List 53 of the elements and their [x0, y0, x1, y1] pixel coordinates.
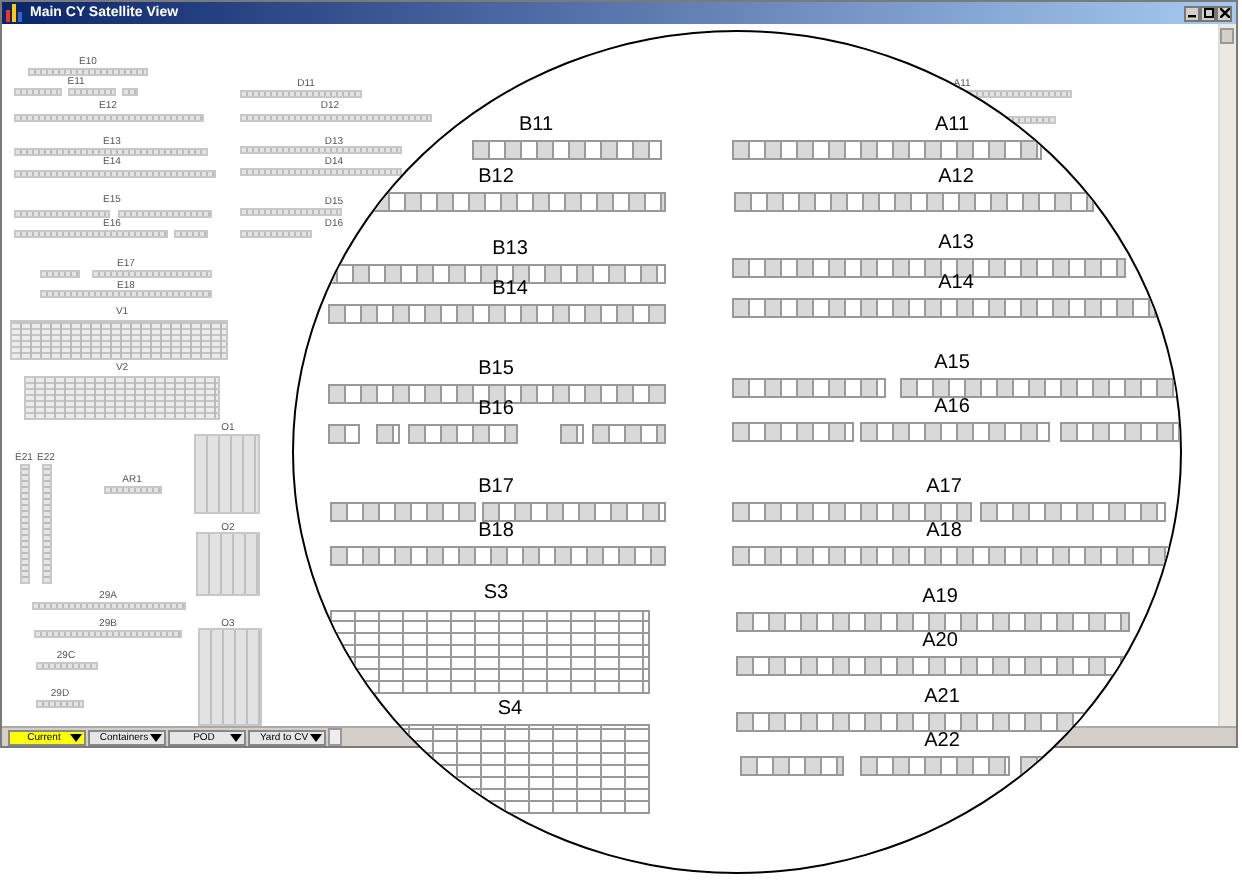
- block-label: A20: [922, 630, 958, 652]
- yard-stack-drawing: [196, 532, 260, 596]
- yard-row-drawing: [92, 270, 212, 278]
- caret-icon: [70, 733, 82, 741]
- yard-row-drawing: [240, 230, 312, 238]
- block-label: A12: [938, 166, 974, 188]
- yard-row-drawing: [104, 486, 162, 494]
- block-label: B12: [478, 166, 514, 188]
- maximize-button[interactable]: [1200, 5, 1216, 21]
- close-icon: [1219, 8, 1229, 18]
- block-label: B16: [478, 398, 514, 420]
- yard-row-drawing: [14, 210, 110, 218]
- block-label: A17: [926, 476, 962, 498]
- close-button[interactable]: [1216, 5, 1232, 21]
- block-label: A15: [934, 352, 970, 374]
- caret-icon: [310, 733, 322, 741]
- yard-column-drawing: [20, 464, 30, 584]
- block-label: A11: [934, 114, 970, 136]
- vertical-scrollbar[interactable]: [1218, 24, 1236, 726]
- yard-column-drawing: [42, 464, 52, 584]
- yard-row-drawing: [122, 88, 138, 96]
- yard-row-drawing: [68, 88, 116, 96]
- block-label: S3: [483, 582, 509, 604]
- caret-icon: [150, 733, 162, 741]
- block-label: A19: [922, 586, 958, 608]
- yard-row-drawing: [118, 210, 212, 218]
- block-label: B17: [478, 476, 514, 498]
- block-label: A21: [924, 686, 960, 708]
- block-label: A13: [938, 232, 974, 254]
- block-label: B13: [492, 238, 528, 260]
- block-label: B18: [478, 520, 514, 542]
- yard-row-drawing: [14, 88, 62, 96]
- yard-stack-drawing: [194, 434, 260, 514]
- yard-row-drawing: [40, 270, 80, 278]
- yard-row-drawing: [174, 230, 208, 238]
- block-label: A16: [934, 396, 970, 418]
- yard-row-drawing: [240, 208, 342, 216]
- bar-chart-icon: [6, 4, 24, 22]
- yard-row-drawing: [36, 700, 84, 708]
- minimize-button[interactable]: [1184, 5, 1200, 21]
- yard-row-drawing: [36, 662, 98, 670]
- block-label: S4: [497, 698, 523, 720]
- block-label: A18: [926, 520, 962, 542]
- block-label: A14: [938, 272, 974, 294]
- block-label: B14: [492, 278, 528, 300]
- block-label: B15: [478, 358, 514, 380]
- caret-icon: [230, 733, 242, 741]
- block-label: B11: [518, 114, 554, 136]
- yard-row-drawing: [240, 90, 362, 98]
- block-label: A22: [924, 730, 960, 752]
- maximize-icon: [1203, 8, 1213, 18]
- scroll-thumb[interactable]: [1220, 28, 1234, 44]
- yard-row-drawing: [28, 68, 148, 76]
